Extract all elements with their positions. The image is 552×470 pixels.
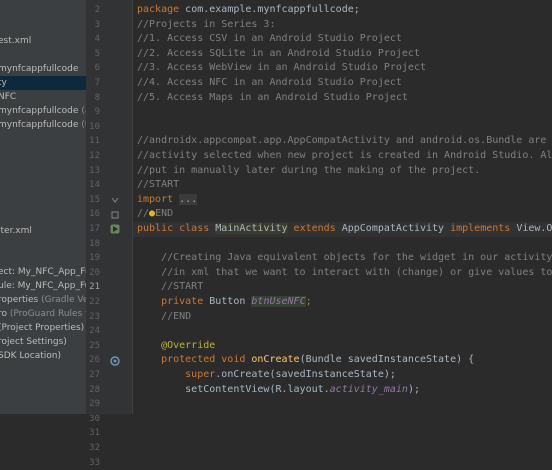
- code-line: @Override: [137, 339, 216, 351]
- override-marker-icon[interactable]: [110, 356, 120, 366]
- code-line: private Button btnUseNFC;: [137, 296, 312, 307]
- tree-item-label: ty: [0, 78, 7, 88]
- tree-item-label: mynfcappfullcode: [0, 64, 79, 74]
- line-number: 8: [94, 92, 100, 103]
- code-line: import ...: [137, 193, 198, 205]
- line-number: 14: [89, 180, 100, 191]
- line-number: 5: [94, 48, 100, 59]
- tree-item-label: lter.xml: [0, 226, 32, 236]
- code-line: setContentView(R.layout.activity_main);: [137, 383, 420, 395]
- code-line: //Projects in Series 3:: [137, 18, 276, 30]
- line-number: 11: [89, 136, 100, 147]
- code-line: //3. Access WebView in an Android Studio…: [137, 62, 426, 74]
- tree-item-label: ect: My_NFC_App_Full_: [0, 267, 86, 277]
- line-number: 19: [89, 253, 100, 264]
- code-line: //5. Access Maps in an Android Studio Pr…: [137, 91, 408, 103]
- line-number: 22: [89, 297, 100, 307]
- project-tree-item[interactable]: est.xml: [0, 34, 86, 48]
- line-number: 31: [89, 428, 100, 439]
- project-tree-item[interactable]: ro (ProGuard Rules for: [0, 307, 86, 321]
- code-line: //START: [137, 179, 180, 191]
- code-line-current: public class MainActivity extends AppCom…: [133, 222, 552, 237]
- code-line: //4. Access NFC in an Android Studio Pro…: [137, 77, 402, 88]
- code-line: //Creating Java equivalent objects for t…: [161, 252, 552, 264]
- tree-item-label: est.xml: [0, 36, 32, 46]
- tree-item-label: ro: [0, 309, 8, 319]
- line-number: 9: [94, 107, 100, 118]
- code-line: //activity selected when new project is …: [137, 150, 552, 161]
- line-number: 17: [89, 224, 100, 234]
- code-line: //androidx.appcompat.app.AppCompatActivi…: [137, 135, 547, 147]
- project-tree-item[interactable]: SDK Location): [0, 349, 86, 363]
- tree-item-label: SDK Location): [0, 351, 61, 361]
- line-number: 25: [89, 340, 100, 351]
- line-number: 26: [89, 355, 100, 366]
- project-tree-item[interactable]: mynfcappfullcode (test: [0, 118, 86, 132]
- project-tree-item[interactable]: ule: My_NFC_App_Full_: [0, 279, 86, 293]
- code-editor[interactable]: package com.example.mynfcappfullcode; //…: [133, 0, 552, 414]
- line-number-gutter: 2 3 4 5 6 7 8 9 10 11 12 13 14 15 16 17 18 19 20 21 22 23 24 25…: [86, 0, 133, 468]
- code-line: //END: [137, 310, 192, 322]
- fold-marker-icon[interactable]: [110, 195, 120, 205]
- line-number: 32: [89, 443, 100, 453]
- project-tree-item[interactable]: (Project Properties): [0, 321, 86, 335]
- project-tree-item[interactable]: mynfcappfullcode (and: [0, 104, 86, 118]
- line-number: 20: [89, 267, 100, 278]
- tree-item-label: NFC: [0, 92, 17, 102]
- folded-imports[interactable]: ...: [179, 193, 198, 205]
- code-line: protected void onCreate(Bundle savedInst…: [137, 354, 475, 366]
- fold-marker-icon[interactable]: [110, 210, 120, 220]
- line-number: 4: [94, 34, 100, 45]
- line-number: 7: [94, 78, 100, 88]
- line-number: 10: [89, 121, 100, 132]
- line-number: 18: [89, 238, 100, 249]
- code-line: //1. Access CSV in an Android Studio Pro…: [137, 33, 402, 45]
- line-number: 23: [89, 311, 100, 322]
- class-run-icon[interactable]: [110, 224, 120, 234]
- line-number: 24: [89, 326, 100, 337]
- project-tree-item[interactable]: lter.xml: [0, 224, 86, 238]
- code-line: super.onCreate(savedInstanceState);: [137, 369, 396, 380]
- code-line: //●END: [137, 208, 174, 220]
- line-number: 12: [89, 151, 100, 161]
- project-tree-item[interactable]: mynfcappfullcode: [0, 62, 86, 76]
- project-tree-item[interactable]: roperties (Gradle Versi: [0, 293, 86, 307]
- tree-item-label: mynfcappfullcode: [0, 106, 79, 116]
- line-number: 29: [89, 399, 100, 410]
- line-number: 33: [89, 457, 100, 468]
- tree-item-detail: (Gradle Versi: [41, 295, 86, 305]
- line-number: 28: [89, 384, 100, 395]
- line-number: 13: [89, 165, 100, 176]
- line-number: 27: [89, 370, 100, 380]
- line-number: 16: [89, 209, 100, 220]
- tree-item-detail: (ProGuard Rules for: [9, 309, 86, 319]
- tree-item-label: mynfcappfullcode: [0, 120, 79, 130]
- tree-item-label: ule: My_NFC_App_Full_: [0, 281, 86, 291]
- code-line: package com.example.mynfcappfullcode;: [137, 4, 360, 15]
- tree-item-label: (Project Properties): [0, 323, 85, 333]
- code-line: //in xml that we want to interact with (…: [161, 266, 552, 278]
- line-number: 3: [94, 19, 100, 30]
- tree-item-label: roject Settings): [0, 337, 67, 347]
- project-tree-item[interactable]: NFC: [0, 90, 86, 104]
- code-line: //START: [137, 281, 204, 293]
- line-number: 21: [89, 282, 100, 293]
- tree-item-label: roperties: [0, 295, 39, 305]
- line-number: 6: [94, 63, 100, 74]
- line-number: 15: [89, 194, 100, 205]
- project-tree-item[interactable]: roject Settings): [0, 335, 86, 349]
- project-tree[interactable]: est.xml mynfcappfullcode ty NFC mynfcappfull…: [0, 0, 86, 414]
- code-line: //2. Access SQLite in an Android Studio …: [137, 47, 420, 59]
- line-number: 2: [94, 5, 100, 15]
- project-tree-item[interactable]: ect: My_NFC_App_Full_: [0, 265, 86, 279]
- code-line: //put in manually later during the makin…: [137, 164, 481, 176]
- project-tree-item[interactable]: ty: [0, 76, 86, 90]
